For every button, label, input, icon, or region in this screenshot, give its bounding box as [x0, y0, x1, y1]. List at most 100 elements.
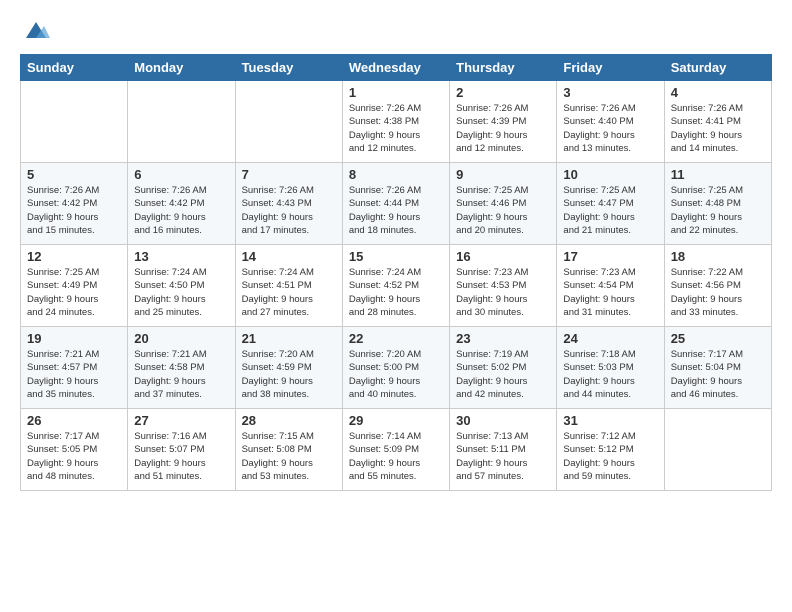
calendar-cell: 25 Sunrise: 7:17 AM Sunset: 5:04 PM Dayli…	[664, 327, 771, 409]
day-info: Sunrise: 7:23 AM Sunset: 4:53 PM Dayligh…	[456, 266, 550, 319]
day-number: 18	[671, 249, 765, 264]
day-info: Sunrise: 7:13 AM Sunset: 5:11 PM Dayligh…	[456, 430, 550, 483]
day-number: 28	[242, 413, 336, 428]
calendar-cell: 19 Sunrise: 7:21 AM Sunset: 4:57 PM Dayli…	[21, 327, 128, 409]
day-info: Sunrise: 7:25 AM Sunset: 4:46 PM Dayligh…	[456, 184, 550, 237]
day-number: 12	[27, 249, 121, 264]
calendar-cell: 1 Sunrise: 7:26 AM Sunset: 4:38 PM Daylig…	[342, 81, 449, 163]
day-info: Sunrise: 7:26 AM Sunset: 4:41 PM Dayligh…	[671, 102, 765, 155]
day-number: 13	[134, 249, 228, 264]
calendar-cell: 20Sunrise: 7:21 AM Sunset: 4:58 PM Dayli…	[128, 327, 235, 409]
day-number: 6	[134, 167, 228, 182]
calendar-cell	[128, 81, 235, 163]
page: SundayMondayTuesdayWednesdayThursdayFrid…	[0, 0, 792, 501]
calendar-cell: 28 Sunrise: 7:15 AM Sunset: 5:08 PM Dayli…	[235, 409, 342, 491]
day-number: 8	[349, 167, 443, 182]
calendar-cell: 26 Sunrise: 7:17 AM Sunset: 5:05 PM Dayli…	[21, 409, 128, 491]
day-info: Sunrise: 7:19 AM Sunset: 5:02 PM Dayligh…	[456, 348, 550, 401]
calendar-cell	[235, 81, 342, 163]
day-info: Sunrise: 7:14 AM Sunset: 5:09 PM Dayligh…	[349, 430, 443, 483]
calendar-cell: 12 Sunrise: 7:25 AM Sunset: 4:49 PM Dayli…	[21, 245, 128, 327]
calendar-week-2: 5 Sunrise: 7:26 AM Sunset: 4:42 PM Daylig…	[21, 163, 772, 245]
day-info: Sunrise: 7:25 AM Sunset: 4:49 PM Dayligh…	[27, 266, 121, 319]
day-number: 31	[563, 413, 657, 428]
calendar-cell: 2Sunrise: 7:26 AM Sunset: 4:39 PM Daylig…	[450, 81, 557, 163]
calendar-cell: 3 Sunrise: 7:26 AM Sunset: 4:40 PM Daylig…	[557, 81, 664, 163]
day-info: Sunrise: 7:25 AM Sunset: 4:47 PM Dayligh…	[563, 184, 657, 237]
day-number: 14	[242, 249, 336, 264]
calendar-cell: 30Sunrise: 7:13 AM Sunset: 5:11 PM Dayli…	[450, 409, 557, 491]
calendar-cell: 18Sunrise: 7:22 AM Sunset: 4:56 PM Dayli…	[664, 245, 771, 327]
calendar-cell: 7Sunrise: 7:26 AM Sunset: 4:43 PM Daylig…	[235, 163, 342, 245]
day-number: 23	[456, 331, 550, 346]
column-header-sunday: Sunday	[21, 55, 128, 81]
day-info: Sunrise: 7:17 AM Sunset: 5:05 PM Dayligh…	[27, 430, 121, 483]
day-number: 1	[349, 85, 443, 100]
day-info: Sunrise: 7:26 AM Sunset: 4:42 PM Dayligh…	[134, 184, 228, 237]
day-number: 26	[27, 413, 121, 428]
calendar-cell: 14 Sunrise: 7:24 AM Sunset: 4:51 PM Dayli…	[235, 245, 342, 327]
calendar-cell: 11Sunrise: 7:25 AM Sunset: 4:48 PM Dayli…	[664, 163, 771, 245]
day-info: Sunrise: 7:26 AM Sunset: 4:38 PM Dayligh…	[349, 102, 443, 155]
day-number: 22	[349, 331, 443, 346]
column-header-wednesday: Wednesday	[342, 55, 449, 81]
header	[20, 16, 772, 44]
column-header-thursday: Thursday	[450, 55, 557, 81]
calendar-cell: 15 Sunrise: 7:24 AM Sunset: 4:52 PM Dayli…	[342, 245, 449, 327]
day-info: Sunrise: 7:26 AM Sunset: 4:40 PM Dayligh…	[563, 102, 657, 155]
day-number: 25	[671, 331, 765, 346]
calendar-header-row: SundayMondayTuesdayWednesdayThursdayFrid…	[21, 55, 772, 81]
calendar-cell: 23 Sunrise: 7:19 AM Sunset: 5:02 PM Dayli…	[450, 327, 557, 409]
day-number: 10	[563, 167, 657, 182]
day-number: 17	[563, 249, 657, 264]
calendar-week-4: 19 Sunrise: 7:21 AM Sunset: 4:57 PM Dayli…	[21, 327, 772, 409]
calendar-cell	[664, 409, 771, 491]
calendar-cell: 16 Sunrise: 7:23 AM Sunset: 4:53 PM Dayli…	[450, 245, 557, 327]
calendar-week-1: 1 Sunrise: 7:26 AM Sunset: 4:38 PM Daylig…	[21, 81, 772, 163]
day-info: Sunrise: 7:26 AM Sunset: 4:43 PM Dayligh…	[242, 184, 336, 237]
day-info: Sunrise: 7:15 AM Sunset: 5:08 PM Dayligh…	[242, 430, 336, 483]
day-info: Sunrise: 7:12 AM Sunset: 5:12 PM Dayligh…	[563, 430, 657, 483]
logo-icon	[22, 16, 50, 44]
day-number: 29	[349, 413, 443, 428]
day-number: 3	[563, 85, 657, 100]
calendar-cell: 6 Sunrise: 7:26 AM Sunset: 4:42 PM Daylig…	[128, 163, 235, 245]
calendar-cell: 13Sunrise: 7:24 AM Sunset: 4:50 PM Dayli…	[128, 245, 235, 327]
calendar-cell: 27Sunrise: 7:16 AM Sunset: 5:07 PM Dayli…	[128, 409, 235, 491]
column-header-friday: Friday	[557, 55, 664, 81]
day-number: 9	[456, 167, 550, 182]
day-info: Sunrise: 7:24 AM Sunset: 4:51 PM Dayligh…	[242, 266, 336, 319]
day-info: Sunrise: 7:23 AM Sunset: 4:54 PM Dayligh…	[563, 266, 657, 319]
day-info: Sunrise: 7:25 AM Sunset: 4:48 PM Dayligh…	[671, 184, 765, 237]
calendar-week-5: 26 Sunrise: 7:17 AM Sunset: 5:05 PM Dayli…	[21, 409, 772, 491]
column-header-monday: Monday	[128, 55, 235, 81]
calendar-cell: 24 Sunrise: 7:18 AM Sunset: 5:03 PM Dayli…	[557, 327, 664, 409]
calendar-cell: 31 Sunrise: 7:12 AM Sunset: 5:12 PM Dayli…	[557, 409, 664, 491]
calendar-cell	[21, 81, 128, 163]
day-number: 24	[563, 331, 657, 346]
day-info: Sunrise: 7:17 AM Sunset: 5:04 PM Dayligh…	[671, 348, 765, 401]
day-number: 5	[27, 167, 121, 182]
logo	[20, 16, 50, 44]
calendar-cell: 17 Sunrise: 7:23 AM Sunset: 4:54 PM Dayli…	[557, 245, 664, 327]
calendar: SundayMondayTuesdayWednesdayThursdayFrid…	[20, 54, 772, 491]
day-number: 19	[27, 331, 121, 346]
column-header-saturday: Saturday	[664, 55, 771, 81]
calendar-cell: 8 Sunrise: 7:26 AM Sunset: 4:44 PM Daylig…	[342, 163, 449, 245]
day-info: Sunrise: 7:26 AM Sunset: 4:42 PM Dayligh…	[27, 184, 121, 237]
day-info: Sunrise: 7:26 AM Sunset: 4:39 PM Dayligh…	[456, 102, 550, 155]
day-info: Sunrise: 7:20 AM Sunset: 4:59 PM Dayligh…	[242, 348, 336, 401]
calendar-cell: 9 Sunrise: 7:25 AM Sunset: 4:46 PM Daylig…	[450, 163, 557, 245]
day-number: 4	[671, 85, 765, 100]
day-info: Sunrise: 7:24 AM Sunset: 4:52 PM Dayligh…	[349, 266, 443, 319]
calendar-cell: 21Sunrise: 7:20 AM Sunset: 4:59 PM Dayli…	[235, 327, 342, 409]
day-info: Sunrise: 7:21 AM Sunset: 4:57 PM Dayligh…	[27, 348, 121, 401]
day-info: Sunrise: 7:26 AM Sunset: 4:44 PM Dayligh…	[349, 184, 443, 237]
calendar-cell: 22Sunrise: 7:20 AM Sunset: 5:00 PM Dayli…	[342, 327, 449, 409]
day-info: Sunrise: 7:18 AM Sunset: 5:03 PM Dayligh…	[563, 348, 657, 401]
day-number: 16	[456, 249, 550, 264]
day-number: 15	[349, 249, 443, 264]
calendar-cell: 4 Sunrise: 7:26 AM Sunset: 4:41 PM Daylig…	[664, 81, 771, 163]
column-header-tuesday: Tuesday	[235, 55, 342, 81]
calendar-week-3: 12 Sunrise: 7:25 AM Sunset: 4:49 PM Dayli…	[21, 245, 772, 327]
